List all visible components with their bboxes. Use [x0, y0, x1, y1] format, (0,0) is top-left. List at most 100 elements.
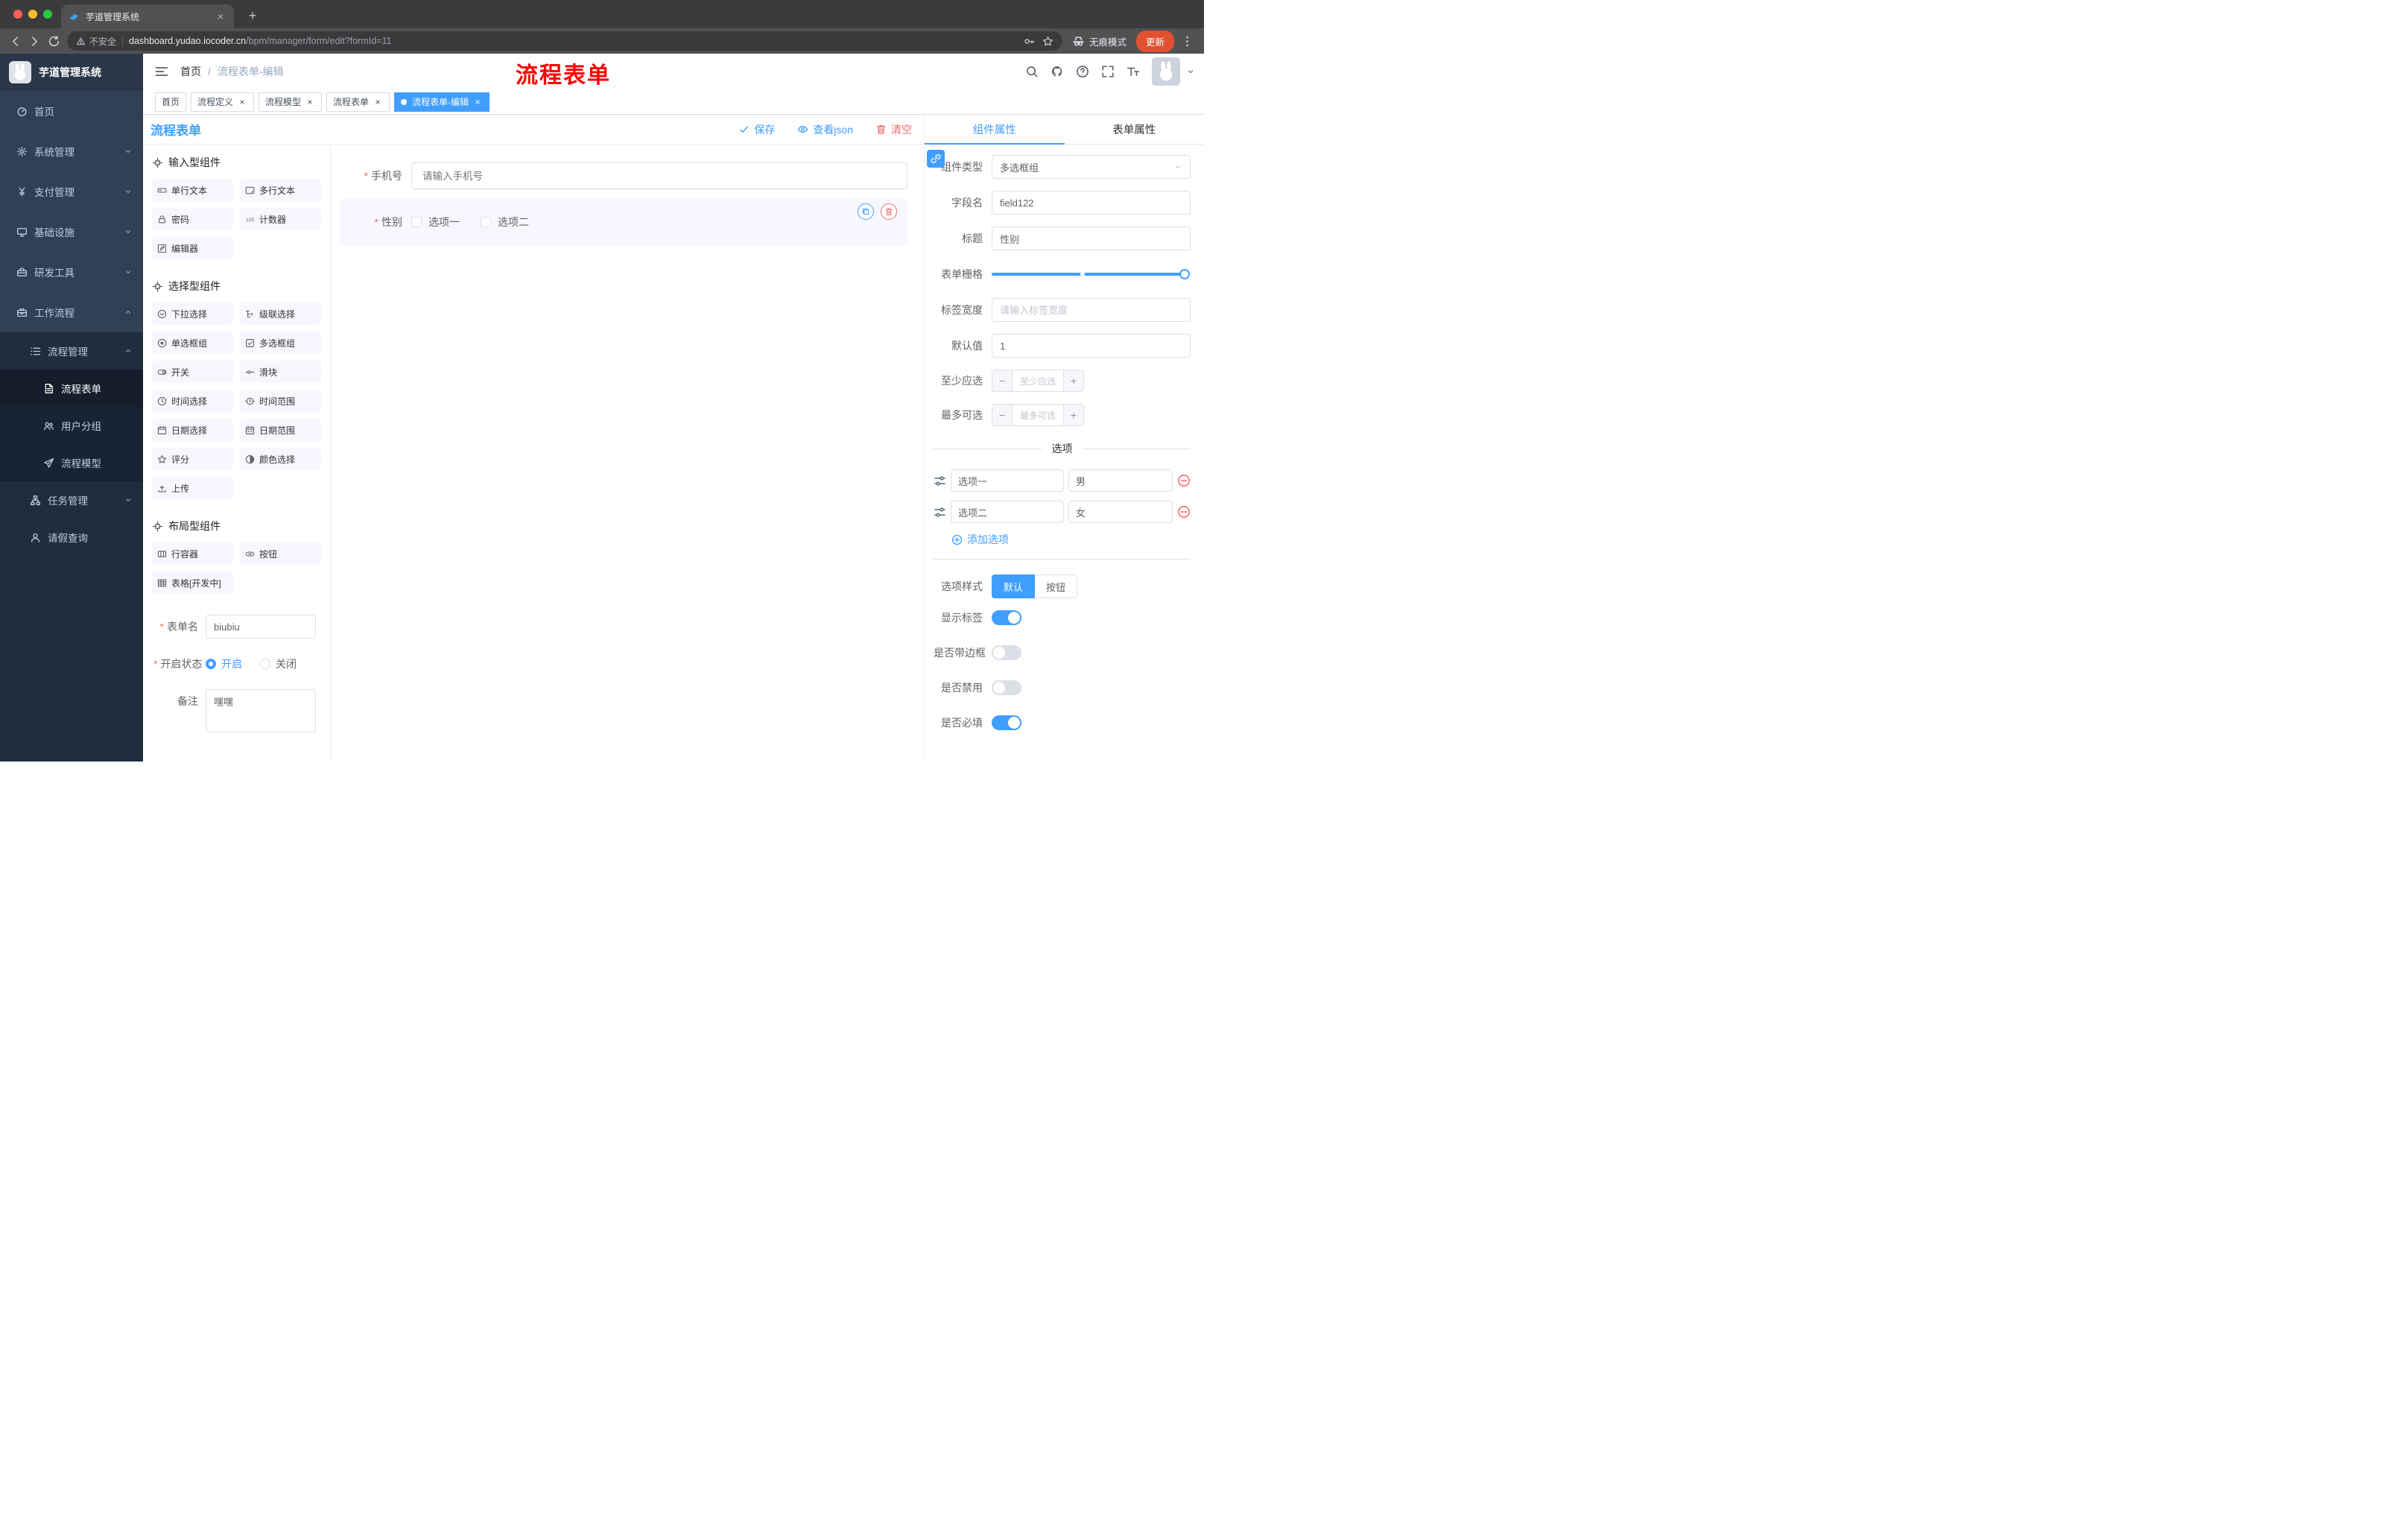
sidebar-item-workflow[interactable]: 工作流程 — [0, 292, 143, 332]
slider-handle[interactable] — [1179, 269, 1190, 279]
bookmark-star-icon[interactable] — [1042, 36, 1054, 47]
sidebar-item-task-mgmt[interactable]: 任务管理 — [0, 481, 143, 519]
reload-button[interactable] — [48, 35, 60, 48]
palette-item[interactable]: 日期选择 — [152, 419, 233, 441]
grid-slider[interactable] — [992, 262, 1191, 286]
palette-item[interactable]: 123 计数器 — [240, 208, 321, 230]
palette-item[interactable]: 开关 — [152, 361, 233, 383]
sidebar-item-leave-query[interactable]: 请假查询 — [0, 519, 143, 556]
min-select-value[interactable]: 至少应选 — [1013, 370, 1063, 391]
password-manager-icon[interactable] — [1024, 36, 1035, 47]
radio-open[interactable]: 开启 — [206, 656, 242, 671]
canvas-field-phone[interactable]: 手机号 — [340, 162, 907, 189]
palette-item[interactable]: 下拉选择 — [152, 303, 233, 325]
palette-item[interactable]: 单行文本 — [152, 179, 233, 201]
component-type-select[interactable]: 多选框组 — [992, 155, 1191, 179]
minimize-window-button[interactable] — [28, 10, 37, 19]
tab-form-props[interactable]: 表单属性 — [1065, 115, 1205, 144]
palette-item[interactable]: 上传 — [152, 477, 233, 499]
help-icon[interactable] — [1076, 65, 1089, 78]
toggle-switch[interactable] — [992, 645, 1021, 660]
remark-textarea[interactable]: 嘿嘿 — [206, 689, 316, 732]
option-label-input[interactable] — [951, 469, 1064, 492]
delete-field-button[interactable] — [881, 203, 897, 220]
add-option-button[interactable]: 添加选项 — [951, 532, 1191, 547]
tab-component-props[interactable]: 组件属性 — [925, 115, 1065, 145]
github-icon[interactable] — [1051, 65, 1064, 78]
palette-item[interactable]: 评分 — [152, 448, 233, 470]
option-value-input[interactable] — [1068, 501, 1173, 523]
browser-tab[interactable]: 芋道管理系统 × — [61, 4, 234, 28]
sidebar-item-system[interactable]: 系统管理 — [0, 131, 143, 171]
sidebar-item-user-group[interactable]: 用户分组 — [0, 407, 143, 444]
close-window-button[interactable] — [13, 10, 22, 19]
decrease-button[interactable]: − — [992, 405, 1013, 425]
drag-handle-icon[interactable] — [934, 475, 946, 487]
decrease-button[interactable]: − — [992, 370, 1013, 391]
sidebar-toggle-icon[interactable] — [154, 64, 169, 79]
duplicate-field-button[interactable] — [858, 203, 874, 220]
app-logo[interactable]: 芋道管理系统 — [0, 54, 143, 91]
search-icon[interactable] — [1025, 65, 1039, 78]
view-json-button[interactable]: 查看json — [797, 122, 853, 137]
breadcrumb-root[interactable]: 首页 — [180, 64, 201, 79]
sidebar-item-process-mgmt[interactable]: 流程管理 — [0, 332, 143, 370]
toggle-switch[interactable] — [992, 610, 1021, 625]
form-name-input[interactable] — [206, 615, 316, 639]
tag-process-def[interactable]: 流程定义 × — [191, 92, 255, 112]
palette-item[interactable]: 滑块 — [240, 361, 321, 383]
slider-track[interactable] — [992, 269, 1190, 279]
tag-process-form-edit[interactable]: 流程表单-编辑 × — [394, 92, 490, 112]
sidebar-item-infra[interactable]: 基础设施 — [0, 212, 143, 252]
tag-process-form[interactable]: 流程表单 × — [326, 92, 390, 112]
tab-close-icon[interactable]: × — [215, 10, 226, 22]
increase-button[interactable]: + — [1063, 370, 1083, 391]
sidebar-item-home[interactable]: 首页 — [0, 91, 143, 131]
phone-input[interactable] — [411, 162, 907, 189]
tag-close-icon[interactable]: × — [472, 97, 483, 107]
tag-home[interactable]: 首页 — [155, 92, 187, 112]
back-button[interactable] — [9, 35, 22, 48]
browser-menu-icon[interactable] — [1181, 35, 1194, 48]
default-value-input[interactable] — [992, 334, 1191, 358]
palette-item[interactable]: 表格[开发中] — [152, 571, 233, 594]
style-button-button[interactable]: 按钮 — [1035, 574, 1078, 598]
label-width-input[interactable] — [992, 298, 1191, 322]
palette-item[interactable]: 行容器 — [152, 542, 233, 565]
tag-close-icon[interactable]: × — [305, 97, 315, 107]
style-default-button[interactable]: 默认 — [992, 574, 1036, 598]
title-input[interactable] — [992, 227, 1191, 250]
tag-close-icon[interactable]: × — [373, 97, 383, 107]
checkbox-option-1[interactable]: 选项一 — [411, 215, 460, 229]
option-value-input[interactable] — [1068, 469, 1173, 492]
user-menu-caret-icon[interactable] — [1186, 67, 1195, 76]
save-button[interactable]: 保存 — [738, 122, 775, 137]
new-tab-button[interactable]: + — [243, 6, 262, 25]
drag-handle-icon[interactable] — [934, 506, 946, 519]
user-avatar[interactable] — [1152, 57, 1180, 86]
option-label-input[interactable] — [951, 501, 1064, 523]
remove-option-icon[interactable] — [1177, 474, 1191, 487]
remove-option-icon[interactable] — [1177, 505, 1191, 519]
palette-item[interactable]: 编辑器 — [152, 237, 233, 259]
font-size-icon[interactable] — [1127, 65, 1140, 78]
palette-item[interactable]: 日期范围 — [240, 419, 321, 441]
forward-button[interactable] — [28, 35, 41, 48]
link-icon-button[interactable] — [927, 150, 945, 168]
address-bar[interactable]: 不安全 dashboard.yudao.iocoder.cn/bpm/manag… — [67, 31, 1062, 51]
sidebar-item-devtools[interactable]: 研发工具 — [0, 252, 143, 292]
palette-item[interactable]: 单选框组 — [152, 332, 233, 354]
palette-item[interactable]: 级联选择 — [240, 303, 321, 325]
update-button[interactable]: 更新 — [1135, 30, 1174, 52]
security-warning-badge[interactable]: 不安全 — [76, 35, 116, 48]
checkbox-option-2[interactable]: 选项二 — [481, 215, 529, 229]
fullscreen-icon[interactable] — [1101, 65, 1115, 78]
palette-item[interactable]: 多选框组 — [240, 332, 321, 354]
toggle-switch[interactable] — [992, 715, 1021, 730]
max-select-value[interactable]: 最多可选 — [1013, 405, 1063, 425]
palette-item[interactable]: 时间范围 — [240, 390, 321, 412]
radio-closed[interactable]: 关闭 — [260, 656, 297, 671]
increase-button[interactable]: + — [1063, 405, 1083, 425]
palette-item[interactable]: 密码 — [152, 208, 233, 230]
clear-button[interactable]: 清空 — [875, 122, 912, 137]
